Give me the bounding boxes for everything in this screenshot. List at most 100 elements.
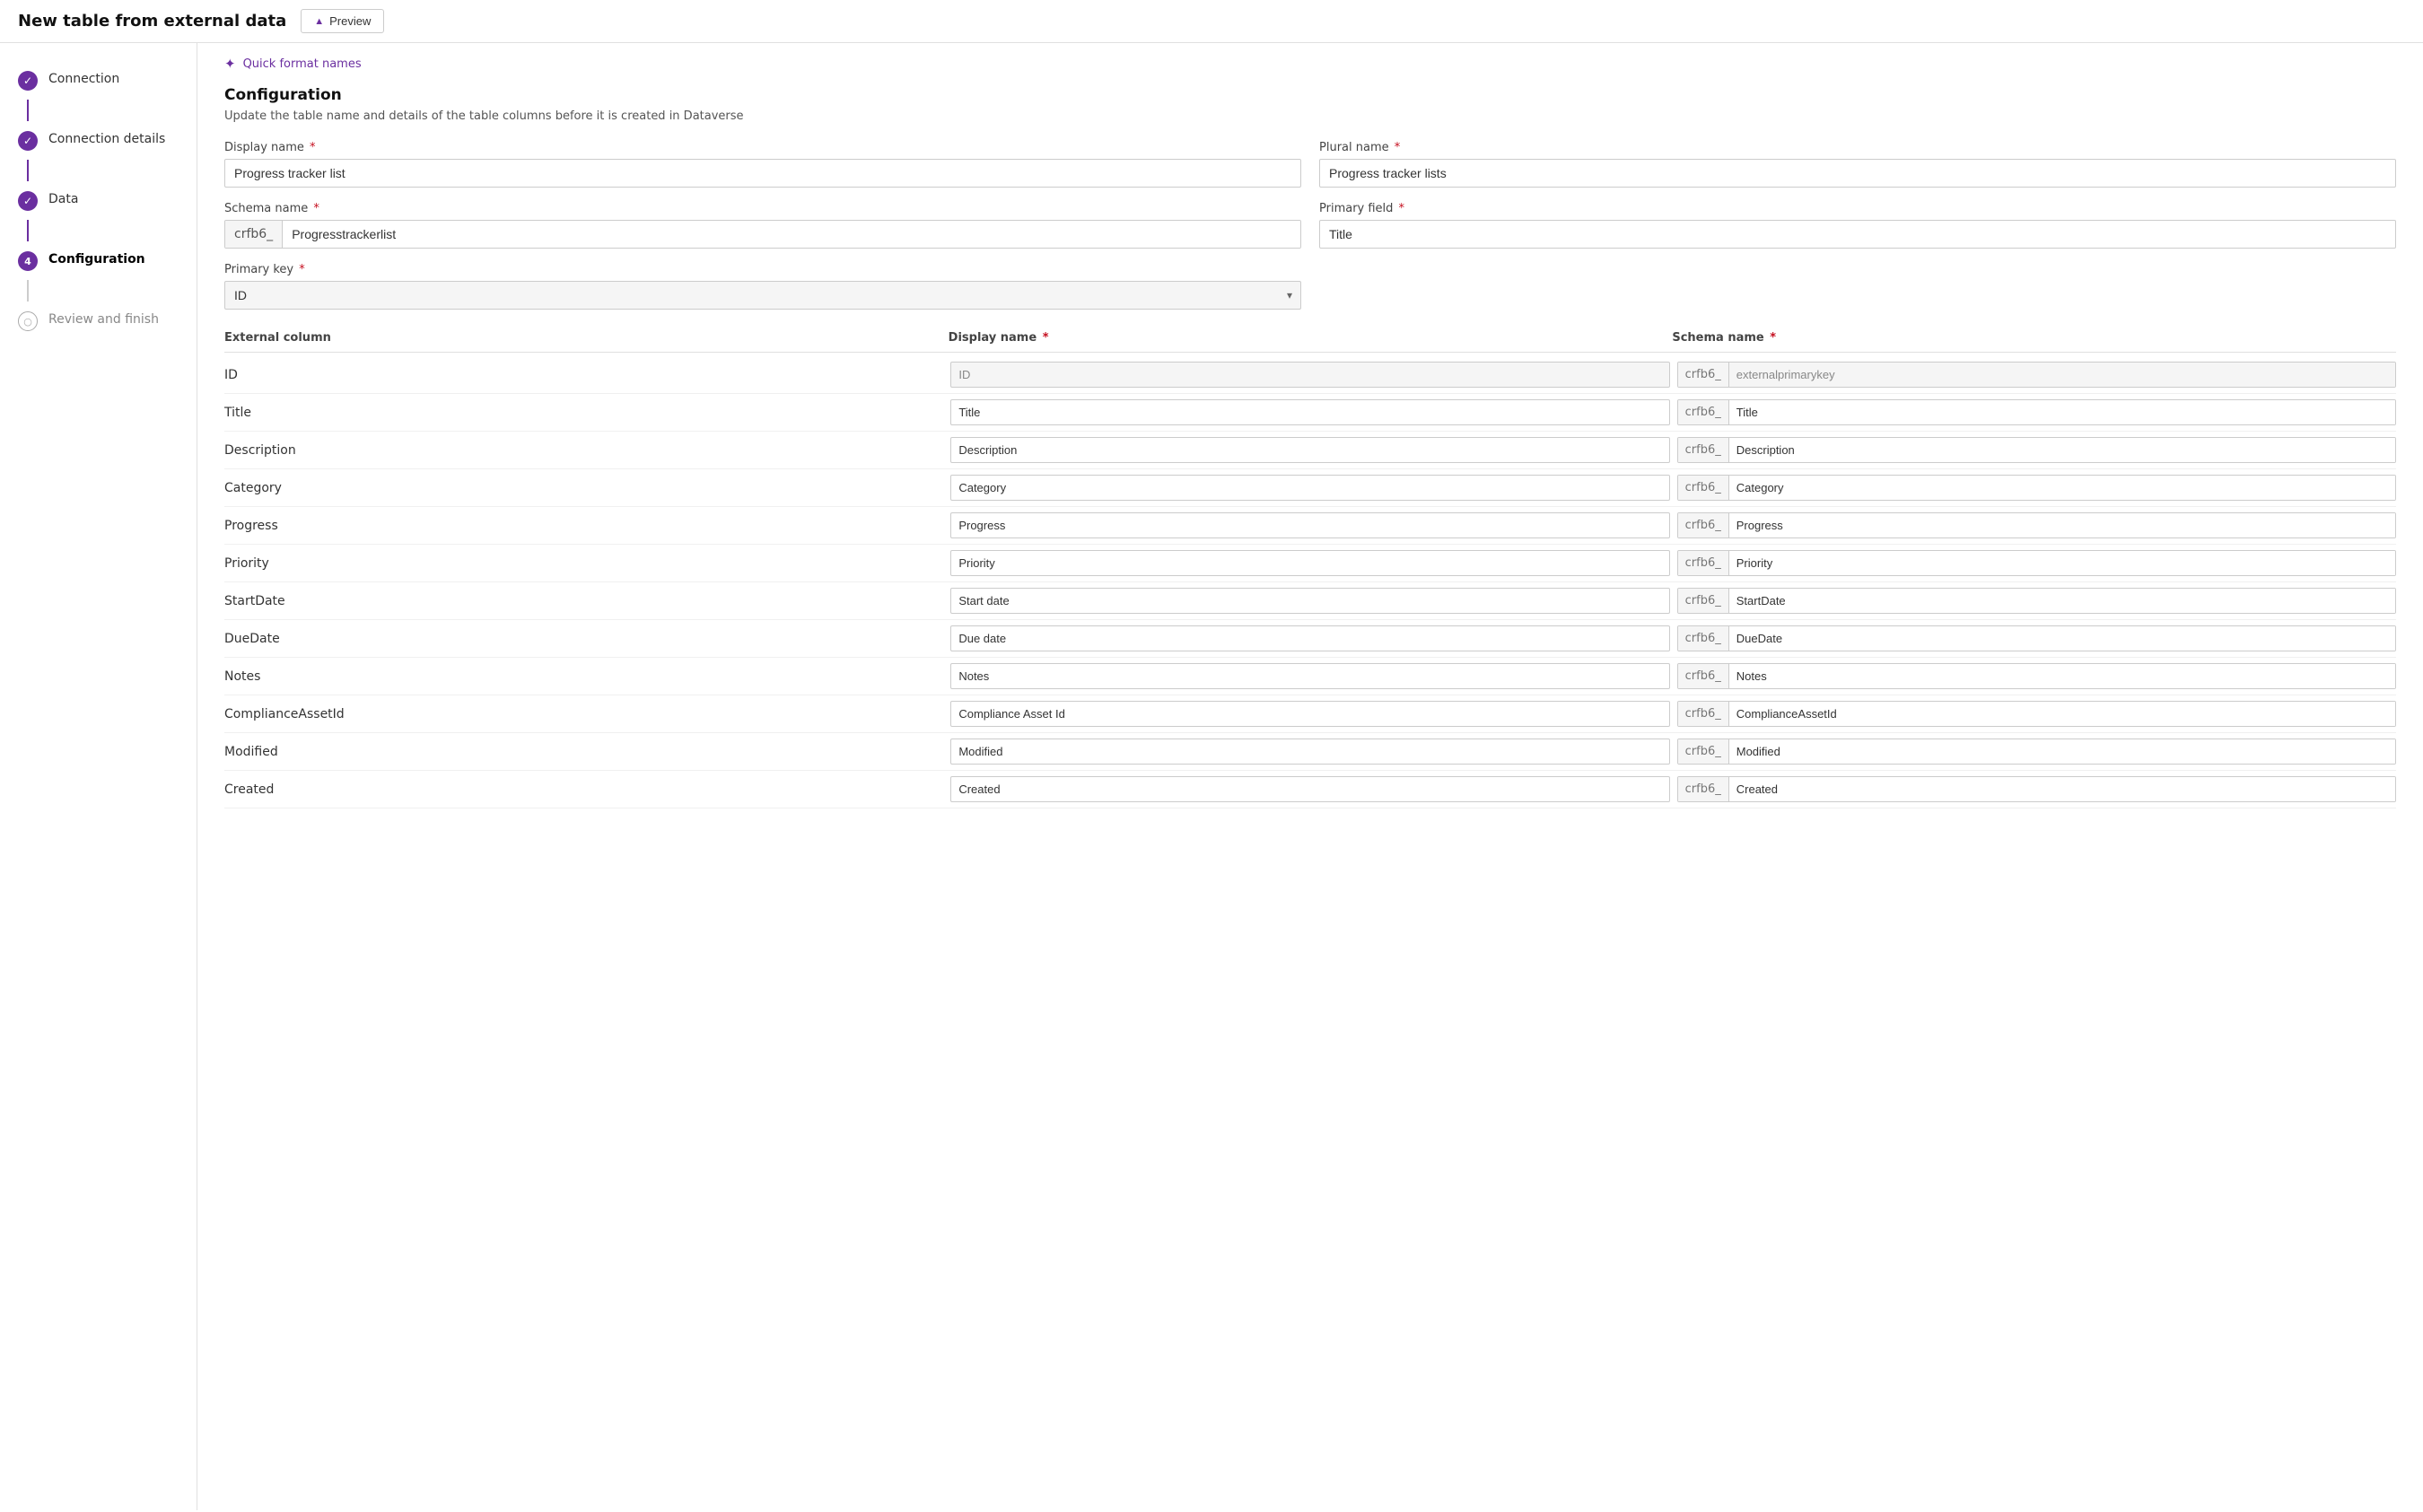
main-layout: Connection Connection details Data 4 Con… (0, 43, 2423, 1510)
preview-icon: ▲ (314, 16, 324, 27)
form-row-schema: Schema name * crfb6_ Primary field * (224, 202, 2396, 249)
columns-table-header: External column Display name * Schema na… (224, 324, 2396, 353)
required-star-col-schema: * (1766, 331, 1776, 345)
primary-field-input[interactable] (1319, 220, 2396, 249)
primary-key-select[interactable]: ID (224, 281, 1301, 310)
display-name-col-input[interactable] (950, 588, 1669, 614)
ext-col-name: Priority (224, 556, 943, 571)
section-title: Configuration (224, 86, 2396, 104)
display-name-col-input[interactable] (950, 739, 1669, 765)
ext-col-name: StartDate (224, 594, 943, 608)
schema-col-input[interactable] (1729, 476, 2395, 500)
schema-col-input[interactable] (1729, 777, 2395, 801)
table-row: Category crfb6_ (224, 469, 2396, 507)
required-star-plural: * (1391, 141, 1401, 154)
ext-col-name: ID (224, 368, 943, 382)
sidebar-item-connection-details[interactable]: Connection details (0, 121, 197, 160)
display-name-col-input[interactable] (950, 475, 1669, 501)
step-icon-connection-details (18, 131, 38, 151)
schema-col-input[interactable] (1729, 702, 2395, 726)
quick-format-button[interactable]: ✦ Quick format names (224, 43, 2396, 77)
schema-cell-wrapper: crfb6_ (1677, 776, 2396, 802)
form-group-primary-key: Primary key * ID (224, 263, 1301, 310)
schema-cell-wrapper: crfb6_ (1677, 437, 2396, 463)
ext-col-name: Notes (224, 669, 943, 684)
schema-cell-wrapper: crfb6_ (1677, 625, 2396, 651)
table-row: Notes crfb6_ (224, 658, 2396, 695)
schema-cell-prefix: crfb6_ (1678, 664, 1729, 688)
schema-cell-prefix: crfb6_ (1678, 400, 1729, 424)
table-row: Modified crfb6_ (224, 733, 2396, 771)
form-row-primary-key: Primary key * ID (224, 263, 2396, 310)
display-name-col-input[interactable] (950, 550, 1669, 576)
schema-col-input[interactable] (1729, 438, 2395, 462)
schema-col-input[interactable] (1729, 589, 2395, 613)
schema-cell-prefix: crfb6_ (1678, 589, 1729, 613)
step-icon-configuration: 4 (18, 251, 38, 271)
display-name-col-input[interactable] (950, 776, 1669, 802)
sidebar-item-configuration[interactable]: 4 Configuration (0, 241, 197, 280)
table-row: Title crfb6_ (224, 394, 2396, 432)
sidebar-item-label-review-finish: Review and finish (48, 310, 159, 327)
schema-cell-prefix: crfb6_ (1678, 777, 1729, 801)
schema-cell-wrapper: crfb6_ (1677, 739, 2396, 765)
quick-format-label: Quick format names (243, 57, 362, 71)
plural-name-input[interactable] (1319, 159, 2396, 188)
col-header-schema: Schema name * (1672, 331, 2396, 345)
sidebar: Connection Connection details Data 4 Con… (0, 43, 197, 1510)
schema-value-input[interactable] (283, 221, 1300, 248)
checkmark-icon-2 (23, 135, 32, 147)
checkmark-icon-3 (23, 195, 32, 207)
required-star-primary: * (1395, 202, 1404, 215)
primary-key-label: Primary key * (224, 263, 1301, 276)
checkmark-icon (23, 74, 32, 87)
schema-col-input[interactable] (1729, 739, 2395, 764)
sidebar-connector-4 (27, 280, 29, 302)
display-name-col-input[interactable] (950, 701, 1669, 727)
display-name-col-input[interactable] (950, 512, 1669, 538)
sidebar-item-review-finish[interactable]: ○ Review and finish (0, 302, 197, 340)
schema-cell-prefix: crfb6_ (1678, 513, 1729, 538)
display-name-label: Display name * (224, 141, 1301, 154)
plural-name-label: Plural name * (1319, 141, 2396, 154)
display-name-col-input[interactable] (950, 625, 1669, 651)
required-star-key: * (295, 263, 305, 276)
required-star-display: * (306, 141, 316, 154)
ext-col-name: Progress (224, 519, 943, 533)
schema-prefix: crfb6_ (225, 221, 283, 248)
schema-cell-wrapper: crfb6_ (1677, 550, 2396, 576)
schema-col-input[interactable] (1729, 513, 2395, 538)
col-header-external: External column (224, 331, 949, 345)
display-name-input[interactable] (224, 159, 1301, 188)
schema-cell-prefix: crfb6_ (1678, 476, 1729, 500)
schema-col-input[interactable] (1729, 551, 2395, 575)
table-row: Progress crfb6_ (224, 507, 2396, 545)
table-row: ID crfb6_ (224, 356, 2396, 394)
ext-col-name: Title (224, 406, 943, 420)
ext-col-name: Description (224, 443, 943, 458)
form-group-plural-name: Plural name * (1319, 141, 2396, 188)
table-row: Created crfb6_ (224, 771, 2396, 808)
sidebar-item-connection[interactable]: Connection (0, 61, 197, 100)
schema-col-input (1729, 363, 2395, 387)
preview-button[interactable]: ▲ Preview (301, 9, 384, 33)
schema-name-label: Schema name * (224, 202, 1301, 215)
table-row: ComplianceAssetId crfb6_ (224, 695, 2396, 733)
table-row: DueDate crfb6_ (224, 620, 2396, 658)
sidebar-item-data[interactable]: Data (0, 181, 197, 220)
display-name-col-input[interactable] (950, 399, 1669, 425)
ext-col-name: Modified (224, 745, 943, 759)
schema-col-input[interactable] (1729, 626, 2395, 651)
schema-cell-prefix: crfb6_ (1678, 702, 1729, 726)
form-group-schema: Schema name * crfb6_ (224, 202, 1301, 249)
display-name-col-input[interactable] (950, 437, 1669, 463)
display-name-col-input[interactable] (950, 663, 1669, 689)
schema-cell-wrapper: crfb6_ (1677, 362, 2396, 388)
primary-field-label: Primary field * (1319, 202, 2396, 215)
step-icon-review-finish: ○ (18, 311, 38, 331)
schema-cell-wrapper: crfb6_ (1677, 663, 2396, 689)
schema-col-input[interactable] (1729, 400, 2395, 424)
schema-col-input[interactable] (1729, 664, 2395, 688)
col-header-display: Display name * (949, 331, 1673, 345)
schema-cell-prefix: crfb6_ (1678, 551, 1729, 575)
